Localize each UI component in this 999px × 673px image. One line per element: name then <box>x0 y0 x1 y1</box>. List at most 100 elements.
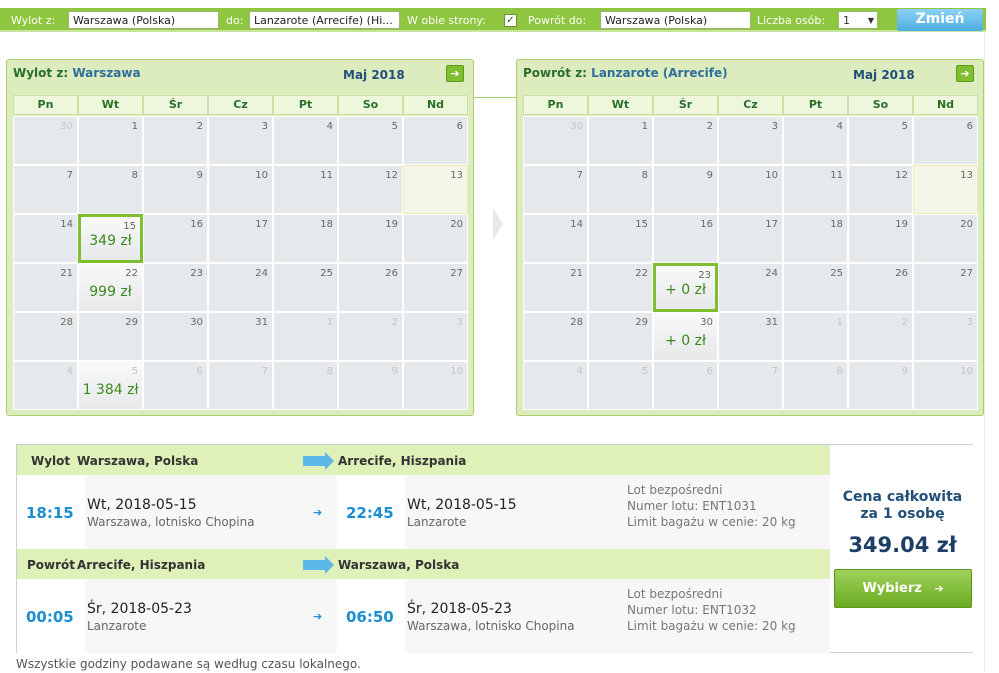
outbound-day-cell: 10 <box>403 361 468 410</box>
calendar-city: Warszawa <box>72 66 141 80</box>
outbound-day-cell: 21 <box>13 263 78 312</box>
chevron-right-icon <box>493 208 503 240</box>
calendar-prefix: Powrót z: <box>523 66 587 80</box>
price-box: Cena całkowita za 1 osobę 349.04 zł Wybi… <box>832 445 973 652</box>
return-day-cell[interactable]: 30 + 0 zł <box>653 312 718 361</box>
return-day-cell[interactable]: 23 + 0 zł <box>653 263 718 312</box>
outbound-day-cell: 24 <box>208 263 273 312</box>
day-number: 31 <box>255 317 268 328</box>
calendar-month: Maj 2018 <box>853 68 915 82</box>
outbound-day-cell[interactable]: 22 999 zł <box>78 263 143 312</box>
outbound-details: 18:15 Wt, 2018-05-15 Warszawa, lotnisko … <box>17 475 830 549</box>
day-number: 27 <box>960 268 973 279</box>
day-number: 7 <box>771 366 778 377</box>
outbound-day-cell: 12 <box>338 165 403 214</box>
day-number: 21 <box>570 268 583 279</box>
select-button-label: Wybierz <box>862 581 922 596</box>
day-number: 19 <box>385 219 398 230</box>
day-number: 30 <box>60 121 73 132</box>
day-price: 1 384 zł <box>82 382 139 398</box>
day-number: 17 <box>765 219 778 230</box>
select-button[interactable]: Wybierz ➔ <box>834 569 972 608</box>
next-month-arrow-icon[interactable]: ➔ <box>446 65 464 82</box>
change-search-button[interactable]: Zmień <box>897 9 983 31</box>
day-number: 26 <box>895 268 908 279</box>
outbound-departure-place: Warszawa, lotnisko Chopina <box>87 515 255 529</box>
day-number: 19 <box>895 219 908 230</box>
day-name: Wt, <box>87 497 111 513</box>
return-label: Powrót do: <box>528 14 587 27</box>
day-number: 31 <box>765 317 778 328</box>
day-number: 18 <box>830 219 843 230</box>
return-day-cell: 12 <box>848 165 913 214</box>
return-day-cell: 5 <box>848 116 913 165</box>
return-day-cell: 7 <box>718 361 783 410</box>
return-day-cell: 28 <box>523 312 588 361</box>
outbound-day-cell: 13 <box>403 165 468 214</box>
outbound-calendar: Wylot z: Warszawa Maj 2018 ➔ Pn Wt Śr Cz Pt S… <box>6 59 474 416</box>
from-input[interactable]: Warszawa (Polska) <box>68 11 219 29</box>
weekday-header: So <box>338 95 403 115</box>
return-day-cell: 1 <box>783 312 848 361</box>
arrow-right-icon: ➔ <box>313 506 323 519</box>
outbound-day-cell: 17 <box>208 214 273 263</box>
day-number: 25 <box>830 268 843 279</box>
day-number: 9 <box>391 366 398 377</box>
return-day-cell: 3 <box>718 116 783 165</box>
day-number: 28 <box>570 317 583 328</box>
day-number: 9 <box>901 366 908 377</box>
return-arrival-place: Warszawa, lotnisko Chopina <box>407 619 575 633</box>
outbound-departure-date: Wt, 2018-05-15 <box>87 497 197 513</box>
day-number: 21 <box>60 268 73 279</box>
day-number: 8 <box>326 366 333 377</box>
outbound-day-cell[interactable]: 5 1 384 zł <box>78 361 143 410</box>
to-input[interactable]: Lanzarote (Arrecife) (Hi... <box>249 11 400 29</box>
to-label: do: <box>226 14 244 27</box>
persons-value: 1 <box>843 14 850 27</box>
outbound-day-cell: 8 <box>273 361 338 410</box>
weekday-header: Pt <box>783 95 848 115</box>
outbound-day-cell[interactable]: 15 349 zł <box>78 214 143 263</box>
date-value: 2018-05-23 <box>110 601 192 617</box>
return-day-cell: 4 <box>783 116 848 165</box>
return-arrival-time: 06:50 <box>346 608 394 626</box>
day-number: 3 <box>966 317 973 328</box>
outbound-day-cell: 2 <box>143 116 208 165</box>
outbound-day-cell: 31 <box>208 312 273 361</box>
day-number: 14 <box>60 219 73 230</box>
day-number: 4 <box>326 121 333 132</box>
day-number: 24 <box>765 268 778 279</box>
return-day-cell: 10 <box>718 165 783 214</box>
return-day-cell: 25 <box>783 263 848 312</box>
return-departure-place: Lanzarote <box>87 619 147 633</box>
calendar-title: Powrót z: Lanzarote (Arrecife) <box>523 66 728 80</box>
footer-note: Wszystkie godziny podawane są według cza… <box>16 657 361 671</box>
return-day-cell: 18 <box>783 214 848 263</box>
flight-type: Lot bezpośredni <box>627 483 723 497</box>
outbound-day-cell: 4 <box>13 361 78 410</box>
date-value: 2018-05-23 <box>430 601 512 617</box>
day-number: 12 <box>385 170 398 181</box>
weekday-header: Śr <box>143 95 208 115</box>
day-name: Śr, <box>407 601 427 617</box>
baggage-limit: Limit bagażu w cenie: 20 kg <box>627 619 796 633</box>
both-ways-checkbox[interactable]: ✓ <box>504 14 517 27</box>
return-day-cell: 5 <box>588 361 653 410</box>
arrow-right-icon <box>303 452 334 470</box>
connector-line <box>474 97 516 98</box>
outbound-day-cell: 9 <box>338 361 403 410</box>
next-month-arrow-icon[interactable]: ➔ <box>956 65 974 82</box>
persons-select[interactable]: 1 ▼ <box>838 11 878 29</box>
return-day-cell: 11 <box>783 165 848 214</box>
return-day-cell: 4 <box>523 361 588 410</box>
return-arrival-date: Śr, 2018-05-23 <box>407 601 512 617</box>
weekday-header: Wt <box>78 95 143 115</box>
outbound-from: Warszawa, Polska <box>77 454 199 468</box>
day-number: 30 <box>700 317 713 328</box>
day-number: 9 <box>196 170 203 181</box>
outbound-to: Arrecife, Hiszpania <box>338 454 467 468</box>
day-name: Śr, <box>87 601 107 617</box>
return-day-cell: 2 <box>848 312 913 361</box>
return-input[interactable]: Warszawa (Polska) <box>600 11 751 29</box>
return-day-cell: 29 <box>588 312 653 361</box>
